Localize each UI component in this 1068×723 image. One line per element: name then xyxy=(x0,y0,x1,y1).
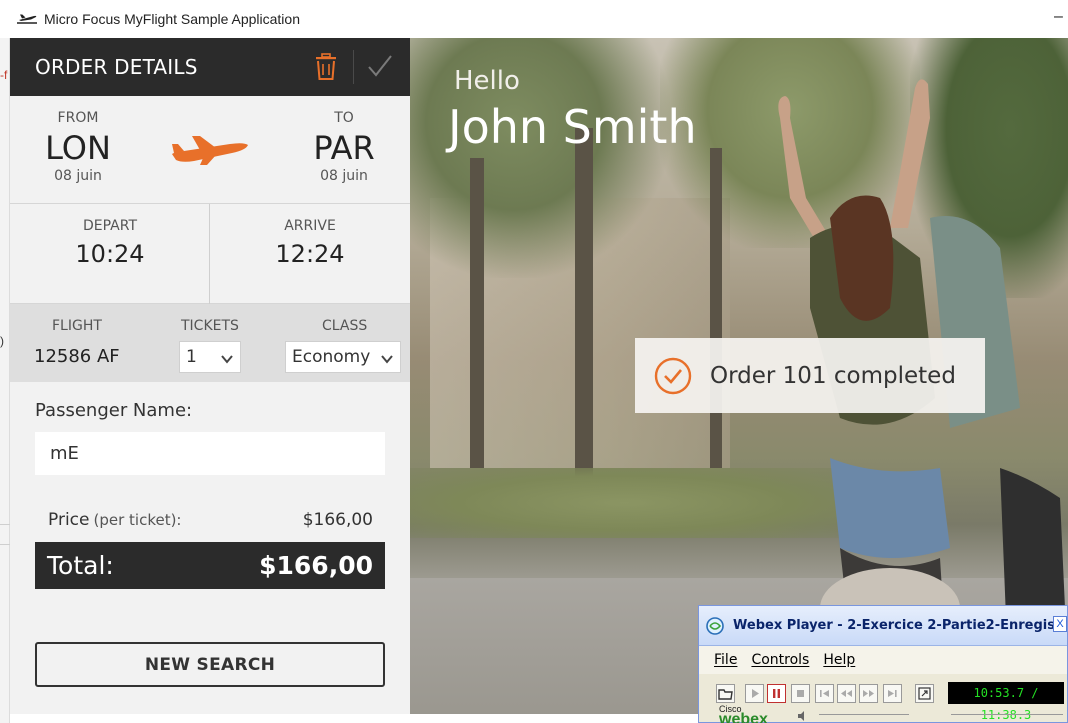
background-divider xyxy=(0,544,10,545)
destination: TO PAR 08 juin xyxy=(294,110,394,184)
price-label: Price xyxy=(48,510,90,530)
background-divider xyxy=(0,524,10,525)
times-section: DEPART 10:24 ARRIVE 12:24 xyxy=(10,204,410,304)
total-value: $166,00 xyxy=(259,551,373,580)
skip-start-icon[interactable] xyxy=(815,684,834,703)
volume-icon[interactable] xyxy=(797,709,809,721)
toast-message: Order 101 completed xyxy=(710,362,956,389)
webex-brand-text: webex xyxy=(719,711,768,723)
playback-time: 10:53.7 / 11:38.3 xyxy=(948,682,1064,722)
webex-player-window: Webex Player - 2-Exercice 2-Partie2-Enre… xyxy=(698,605,1068,723)
passenger-name-input[interactable] xyxy=(35,432,385,475)
arrive-label: ARRIVE xyxy=(284,218,336,234)
stop-icon[interactable] xyxy=(791,684,810,703)
order-details-panel: ORDER DETAILS FROM LON 08 juin TO PAR 08… xyxy=(10,38,410,714)
menu-help[interactable]: Help xyxy=(823,652,855,668)
airplane-app-icon xyxy=(16,8,38,30)
panel-title: ORDER DETAILS xyxy=(35,55,198,79)
tickets-value: 1 xyxy=(186,347,197,367)
origin: FROM LON 08 juin xyxy=(28,110,128,184)
airplane-icon xyxy=(170,134,250,166)
to-date: 08 juin xyxy=(320,168,368,184)
fast-forward-icon[interactable] xyxy=(859,684,878,703)
tree-trunk xyxy=(470,158,484,468)
total-bar: Total: $166,00 xyxy=(35,542,385,589)
total-label: Total: xyxy=(47,551,114,580)
order-completed-toast: Order 101 completed xyxy=(635,338,985,413)
menu-file[interactable]: File xyxy=(714,652,737,668)
check-circle-icon xyxy=(653,356,693,396)
from-date: 08 juin xyxy=(54,168,102,184)
chevron-down-icon xyxy=(220,351,234,365)
close-button[interactable]: X xyxy=(1053,616,1067,632)
to-code: PAR xyxy=(313,129,375,167)
class-value: Economy xyxy=(292,347,371,367)
volume-slider[interactable] xyxy=(819,714,909,718)
checkmark-icon[interactable] xyxy=(366,52,394,80)
arrive-cell: ARRIVE 12:24 xyxy=(210,218,410,268)
fullscreen-icon[interactable] xyxy=(915,684,934,703)
tree-trunk xyxy=(575,128,593,478)
flight-number: 12586 AF xyxy=(34,346,120,367)
trash-icon[interactable] xyxy=(313,53,339,81)
flight-details-row: FLIGHT TICKETS CLASS 12586 AF 1 Economy xyxy=(10,304,410,382)
webex-menu-bar: File Controls Help xyxy=(699,646,1067,674)
chevron-down-icon xyxy=(380,351,394,365)
webex-controls: 10:53.7 / 11:38.3 Cisco webex xyxy=(699,674,1067,723)
route-section: FROM LON 08 juin TO PAR 08 juin xyxy=(10,96,410,204)
tickets-label: TICKETS xyxy=(181,318,239,334)
from-code: LON xyxy=(45,129,111,167)
depart-label: DEPART xyxy=(82,218,137,234)
arrive-time: 12:24 xyxy=(275,240,345,268)
from-label: FROM xyxy=(57,110,99,126)
new-search-button[interactable]: NEW SEARCH xyxy=(35,642,385,687)
skip-end-icon[interactable] xyxy=(883,684,902,703)
depart-time: 10:24 xyxy=(75,240,145,268)
user-name: John Smith xyxy=(448,100,697,154)
background-text-fragment: ) xyxy=(0,334,4,348)
webex-title-bar: Webex Player - 2-Exercice 2-Partie2-Enre… xyxy=(699,606,1067,646)
webex-logo-icon xyxy=(705,616,725,636)
window-title: Micro Focus MyFlight Sample Application xyxy=(44,11,300,27)
background-window-edge: -f ) xyxy=(0,38,10,723)
to-label: TO xyxy=(334,110,354,126)
depart-cell: DEPART 10:24 xyxy=(10,218,210,268)
webex-title: Webex Player - 2-Exercice 2-Partie2-Enre… xyxy=(733,618,1053,633)
price-value: $166,00 xyxy=(302,510,373,530)
price-row: Price (per ticket): $166,00 xyxy=(48,510,373,534)
class-label: CLASS xyxy=(322,318,368,334)
rewind-icon[interactable] xyxy=(837,684,856,703)
price-sublabel: (per ticket): xyxy=(93,511,182,529)
passenger-name-label: Passenger Name: xyxy=(35,400,193,421)
open-folder-icon[interactable] xyxy=(716,684,735,703)
class-select[interactable]: Economy xyxy=(285,341,401,373)
greeting-text: Hello xyxy=(454,66,520,96)
background-text-fragment: -f xyxy=(0,68,8,82)
play-icon[interactable] xyxy=(745,684,764,703)
order-details-header: ORDER DETAILS xyxy=(10,38,410,96)
menu-controls[interactable]: Controls xyxy=(751,652,809,668)
pause-icon[interactable] xyxy=(767,684,786,703)
tree-trunk xyxy=(710,148,722,468)
tickets-select[interactable]: 1 xyxy=(179,341,241,373)
minimize-button[interactable]: – xyxy=(1054,8,1068,28)
flight-label: FLIGHT xyxy=(52,318,102,334)
header-separator xyxy=(353,50,354,84)
background-tree xyxy=(410,38,670,278)
window-title-bar: Micro Focus MyFlight Sample Application … xyxy=(0,0,1068,38)
progress-slider[interactable] xyxy=(951,714,1063,718)
